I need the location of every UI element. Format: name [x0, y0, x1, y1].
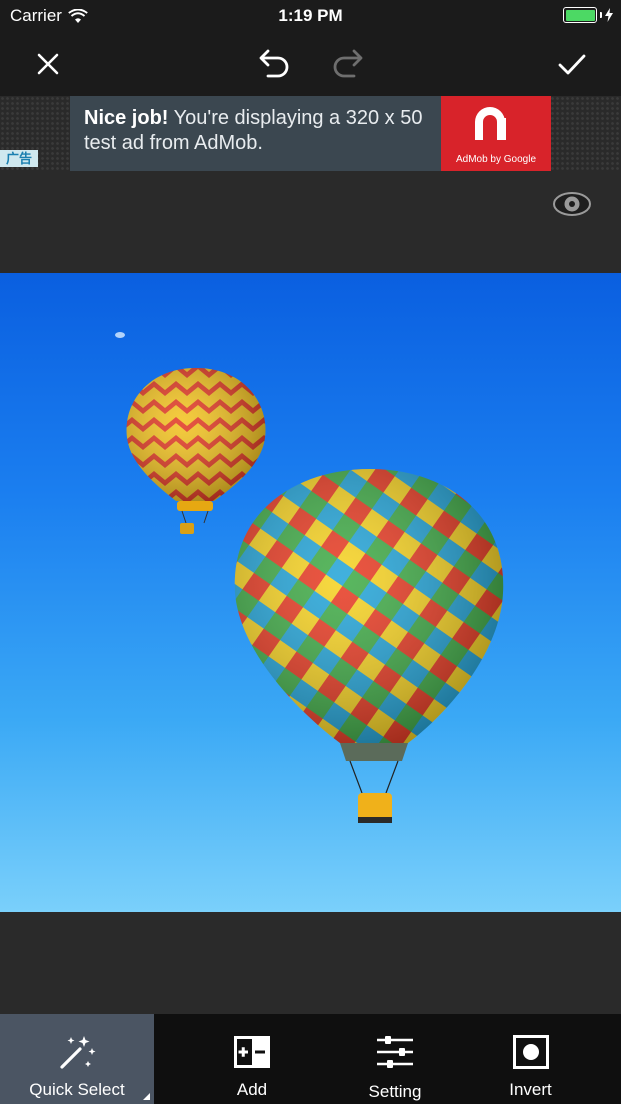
charging-icon — [605, 8, 613, 22]
undo-button[interactable] — [244, 32, 304, 96]
ad-banner[interactable]: Nice job! You're displaying a 320 x 50 t… — [70, 96, 551, 171]
editor-canvas — [0, 171, 621, 1014]
ad-logo-caption: AdMob by Google — [455, 154, 537, 165]
ad-text: Nice job! You're displaying a 320 x 50 t… — [70, 96, 441, 171]
tab-label-add: Add — [236, 1080, 268, 1099]
balloons-photo — [115, 332, 504, 823]
ad-container: Nice job! You're displaying a 320 x 50 t… — [0, 96, 621, 171]
status-bar: Carrier 1:19 PM — [0, 0, 621, 32]
photo-canvas[interactable] — [0, 273, 621, 912]
confirm-button[interactable] — [542, 32, 602, 96]
status-time: 1:19 PM — [278, 6, 343, 25]
tab-label-invert: Invert — [509, 1080, 552, 1099]
admob-logo: AdMob by Google — [441, 96, 551, 171]
magic-wand-icon — [60, 1036, 96, 1069]
close-icon — [37, 53, 59, 75]
add-subtract-icon — [234, 1036, 270, 1068]
tab-invert[interactable]: Invert — [440, 1014, 621, 1104]
admob-icon — [475, 107, 506, 140]
tab-add[interactable]: Add — [154, 1014, 350, 1104]
tab-quick-select[interactable]: Quick Select — [0, 1014, 154, 1104]
ad-headline: Nice job! — [84, 107, 169, 129]
battery-icon — [563, 7, 597, 23]
tab-setting[interactable]: Setting — [350, 1014, 440, 1104]
invert-icon — [512, 1035, 549, 1069]
large-balloon — [234, 469, 504, 823]
submenu-indicator-icon — [143, 1093, 150, 1100]
tab-label-setting: Setting — [368, 1082, 422, 1101]
undo-icon — [259, 49, 289, 78]
top-toolbar — [0, 32, 621, 96]
eye-icon — [553, 192, 591, 216]
battery-indicator — [563, 7, 613, 23]
bottom-tab-bar: Quick Select Add Setting Invert — [0, 1014, 621, 1104]
redo-icon — [333, 49, 363, 78]
sliders-icon — [377, 1036, 413, 1068]
redo-button[interactable] — [318, 32, 378, 96]
small-balloon — [126, 368, 266, 534]
checkmark-icon — [558, 54, 586, 75]
tab-label-quick-select: Quick Select — [29, 1080, 125, 1099]
close-button[interactable] — [18, 32, 78, 96]
preview-toggle-button[interactable] — [549, 186, 595, 222]
ad-label: 广告 — [0, 150, 38, 167]
